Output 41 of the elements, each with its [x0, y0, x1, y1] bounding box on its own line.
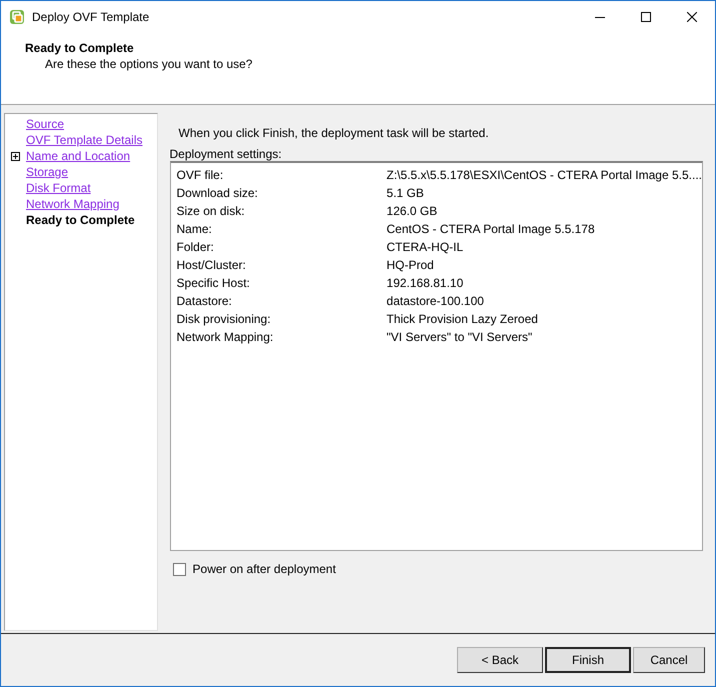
- setting-name: Specific Host:: [176, 276, 251, 290]
- setting-name: Disk provisioning:: [176, 312, 272, 326]
- setting-value: 5.1 GB: [386, 186, 424, 200]
- step-link[interactable]: Name and Location: [26, 149, 130, 163]
- checkbox-label[interactable]: Power on after deployment: [192, 562, 336, 576]
- app-icon: [9, 8, 25, 24]
- setting-value: datastore-100.100: [386, 294, 484, 308]
- page-subtitle: Are these the options you want to use?: [45, 57, 254, 72]
- intro-text: When you click Finish, the deployment task will be started.: [178, 126, 490, 140]
- setting-name: Folder:: [176, 240, 215, 254]
- cancel-button[interactable]: Cancel: [633, 647, 705, 673]
- setting-name: Download size:: [176, 186, 259, 200]
- step-link[interactable]: Source: [26, 117, 64, 131]
- window-title: Deploy OVF Template: [32, 10, 150, 24]
- checkbox[interactable]: [172, 562, 186, 576]
- setting-value: HQ-Prod: [386, 258, 434, 272]
- setting-name: Host/Cluster:: [176, 258, 247, 272]
- close-icon[interactable]: [687, 12, 697, 22]
- step-link[interactable]: OVF Template Details: [26, 133, 142, 147]
- page-title: Ready to Complete: [25, 41, 135, 56]
- settings-label: Deployment settings:: [170, 147, 283, 161]
- step-link[interactable]: Network Mapping: [26, 197, 120, 211]
- setting-name: Datastore:: [176, 294, 233, 308]
- setting-value: CTERA-HQ-IL: [386, 240, 464, 254]
- setting-name: Size on disk:: [176, 204, 246, 218]
- step-link[interactable]: Storage: [26, 165, 68, 179]
- setting-value: "VI Servers" to "VI Servers": [386, 330, 532, 344]
- current-step: Ready to Complete: [26, 213, 135, 227]
- setting-name: OVF file:: [176, 168, 224, 182]
- setting-value: CentOS - CTERA Portal Image 5.5.178: [386, 222, 595, 236]
- setting-value: 126.0 GB: [386, 204, 438, 218]
- setting-value: Z:\5.5.x\5.5.178\ESXI\CentOS - CTERA Portal Image 5.5....: [386, 168, 702, 182]
- step-link[interactable]: Disk Format: [26, 181, 91, 195]
- back-button[interactable]: < Back: [457, 647, 543, 673]
- setting-name: Name:: [176, 222, 213, 236]
- setting-value: 192.168.81.10: [386, 276, 464, 290]
- maximize-icon[interactable]: [641, 12, 651, 22]
- setting-name: Network Mapping:: [176, 330, 274, 344]
- expand-icon[interactable]: [11, 152, 20, 160]
- finish-button[interactable]: Finish: [545, 647, 631, 673]
- setting-value: Thick Provision Lazy Zeroed: [386, 312, 538, 326]
